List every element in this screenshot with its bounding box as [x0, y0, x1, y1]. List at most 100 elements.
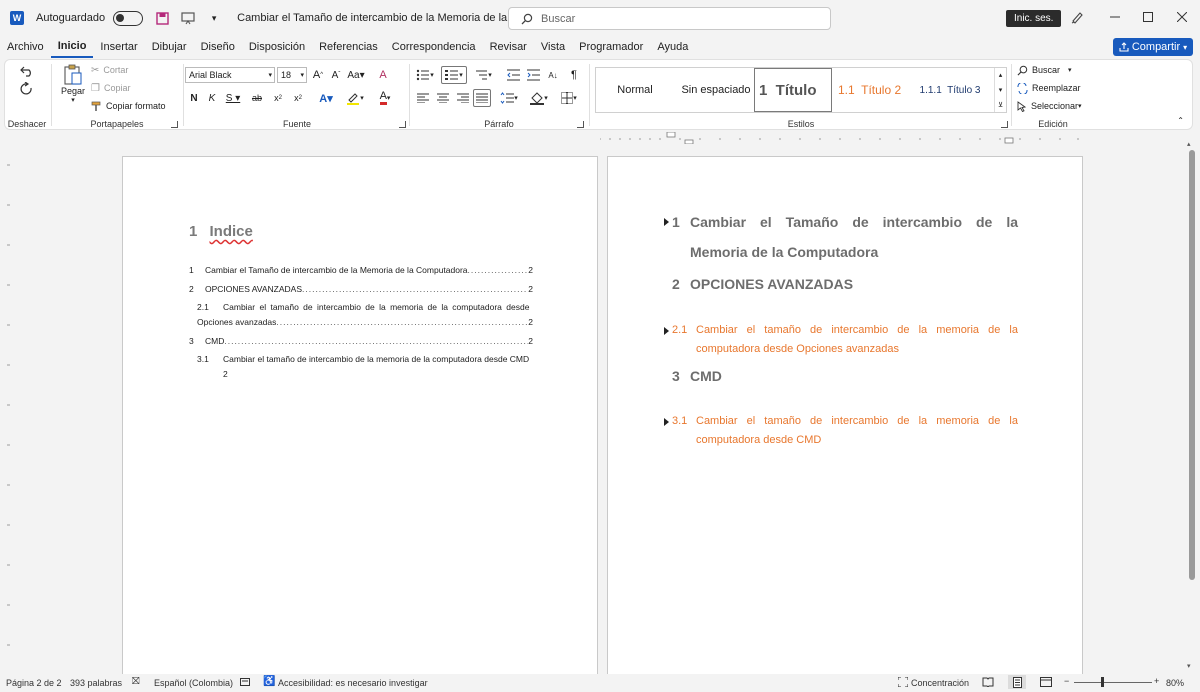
accessibility-status[interactable]: Accesibilidad: es necesario investigar — [278, 678, 428, 688]
clear-formatting-icon[interactable]: A — [375, 67, 391, 83]
save-icon[interactable] — [155, 11, 169, 25]
vertical-scrollbar[interactable] — [1189, 150, 1195, 580]
print-layout-icon[interactable] — [1008, 675, 1026, 689]
select-button[interactable]: Seleccionar ▾ — [1017, 99, 1082, 113]
tab-programador[interactable]: Programador — [572, 36, 650, 58]
format-painter-button[interactable]: Copiar formato — [91, 99, 166, 113]
toc-entry[interactable]: 3 CMD ..................................… — [189, 336, 533, 346]
toc-entry[interactable]: 3.1 Cambiar el tamaño de intercambio de … — [197, 354, 533, 364]
web-layout-icon[interactable] — [1040, 677, 1052, 689]
align-left-icon[interactable] — [415, 90, 431, 106]
align-right-icon[interactable] — [455, 90, 471, 106]
focus-icon[interactable] — [897, 676, 909, 689]
dialog-launcher-icon[interactable] — [171, 121, 178, 128]
collapse-triangle-icon[interactable] — [664, 218, 669, 226]
tab-dibujar[interactable]: Dibujar — [145, 36, 194, 58]
bold-icon[interactable]: N — [187, 90, 201, 106]
replace-button[interactable]: Reemplazar — [1017, 81, 1081, 95]
borders-icon[interactable]: ▾ — [557, 90, 581, 106]
toc-entry[interactable]: 2.1 Cambiar el tamaño de intercambio de … — [197, 302, 533, 312]
zoom-in-icon[interactable]: + — [1154, 676, 1159, 686]
grow-font-icon[interactable]: A ^ — [311, 67, 325, 83]
shrink-font-icon[interactable]: Aˇ — [329, 67, 343, 83]
change-case-icon[interactable]: Aa▾ — [347, 67, 365, 83]
cut-button[interactable]: ✂ Cortar — [91, 63, 128, 77]
tab-disposicion[interactable]: Disposición — [242, 36, 312, 58]
text-effects-icon[interactable]: A▾ — [315, 90, 337, 106]
shading-icon[interactable]: ▾ — [527, 90, 551, 106]
focus-mode[interactable]: Concentración — [911, 678, 969, 688]
bullets-icon[interactable]: ▾ — [413, 67, 437, 83]
toc-entry[interactable]: 1 Cambiar el Tamaño de intercambio de la… — [189, 265, 533, 275]
undo-icon[interactable] — [17, 62, 37, 80]
dialog-launcher-icon[interactable] — [399, 121, 406, 128]
tab-revisar[interactable]: Revisar — [483, 36, 534, 58]
paste-button[interactable]: Pegar ▾ — [59, 62, 87, 106]
font-name-select[interactable]: Arial Black ▾ — [185, 67, 275, 83]
page-2[interactable]: 1 Cambiar el Tamaño de intercambio de la… — [607, 156, 1083, 674]
toc-entry[interactable]: 2 OPCIONES AVANZADAS ...................… — [189, 284, 533, 294]
tab-insertar[interactable]: Insertar — [93, 36, 144, 58]
dialog-launcher-icon[interactable] — [1001, 121, 1008, 128]
document-canvas[interactable]: 1 Indice 1 Cambiar el Tamaño de intercam… — [18, 146, 1186, 674]
proofing-icon[interactable]: ⛝ — [132, 676, 140, 687]
tab-correspondencia[interactable]: Correspondencia — [385, 36, 483, 58]
close-icon[interactable] — [1176, 10, 1188, 25]
decrease-indent-icon[interactable] — [505, 67, 521, 83]
font-color-icon[interactable]: A ▾ — [373, 90, 397, 106]
share-button[interactable]: Compartir ▾ — [1113, 38, 1193, 56]
autosave-toggle[interactable] — [113, 10, 144, 26]
zoom-level[interactable]: 80% — [1166, 678, 1184, 688]
pilcrow-icon[interactable]: ¶ — [567, 67, 581, 83]
styles-group-label: Estilos — [787, 119, 815, 129]
maximize-icon[interactable] — [1143, 10, 1153, 25]
collapse-triangle-icon[interactable] — [664, 418, 669, 426]
collapse-ribbon-icon[interactable]: ⌃ — [1177, 116, 1184, 125]
font-size-select[interactable]: 18 ▾ — [277, 67, 307, 83]
text-predictions-icon[interactable] — [240, 677, 250, 689]
tab-diseno[interactable]: Diseño — [194, 36, 242, 58]
italic-icon[interactable]: K — [205, 90, 219, 106]
multilevel-list-icon[interactable]: ▾ — [471, 67, 495, 83]
find-button[interactable]: Buscar ▾ — [1017, 63, 1072, 77]
underline-icon[interactable]: S ▾ — [223, 90, 243, 106]
sort-icon[interactable]: A↓ — [545, 67, 561, 83]
copy-button[interactable]: ❐ Copiar — [91, 81, 130, 95]
sign-in-button[interactable]: Inic. ses. — [1006, 10, 1062, 27]
tab-ayuda[interactable]: Ayuda — [650, 36, 695, 58]
minimize-icon[interactable] — [1110, 10, 1120, 25]
accessibility-icon[interactable]: ♿ — [263, 676, 275, 687]
language[interactable]: Español (Colombia) — [154, 678, 233, 688]
tab-inicio[interactable]: Inicio — [50, 36, 94, 58]
toc-entry-continued[interactable]: Opciones avanzadas .....................… — [197, 317, 533, 327]
page-count[interactable]: Página 2 de 2 — [6, 678, 62, 688]
toc-entry-page-wrapped[interactable]: 2 — [223, 369, 228, 379]
subscript-icon[interactable]: x2 — [271, 90, 285, 106]
pen-icon[interactable] — [1070, 10, 1084, 27]
superscript-icon[interactable]: x2 — [291, 90, 305, 106]
customize-toolbar-icon[interactable]: ▾ — [207, 11, 221, 25]
scroll-down-icon[interactable]: ▾ — [1187, 662, 1191, 670]
zoom-out-icon[interactable]: − — [1064, 676, 1069, 686]
scroll-up-icon[interactable]: ▴ — [1187, 140, 1191, 148]
redo-icon[interactable] — [17, 80, 37, 98]
tab-archivo[interactable]: Archivo — [0, 36, 51, 58]
tab-vista[interactable]: Vista — [534, 36, 572, 58]
read-mode-icon[interactable] — [982, 677, 994, 689]
zoom-slider-thumb[interactable] — [1101, 677, 1104, 687]
page-1[interactable]: 1 Indice 1 Cambiar el Tamaño de intercam… — [122, 156, 598, 674]
zoom-slider[interactable] — [1074, 682, 1152, 683]
strikethrough-icon[interactable]: ab — [249, 90, 265, 106]
increase-indent-icon[interactable] — [525, 67, 541, 83]
word-count[interactable]: 393 palabras — [70, 678, 122, 688]
search-box[interactable]: Buscar — [508, 7, 831, 30]
tab-referencias[interactable]: Referencias — [312, 36, 385, 58]
justify-icon[interactable] — [473, 89, 491, 107]
highlight-icon[interactable]: ▾ — [343, 90, 367, 106]
align-center-icon[interactable] — [435, 90, 451, 106]
presentation-icon[interactable] — [181, 11, 195, 25]
dialog-launcher-icon[interactable] — [577, 121, 584, 128]
collapse-triangle-icon[interactable] — [664, 327, 669, 335]
line-spacing-icon[interactable]: ▾ — [497, 90, 521, 106]
numbering-icon[interactable]: ▾ — [441, 66, 467, 84]
